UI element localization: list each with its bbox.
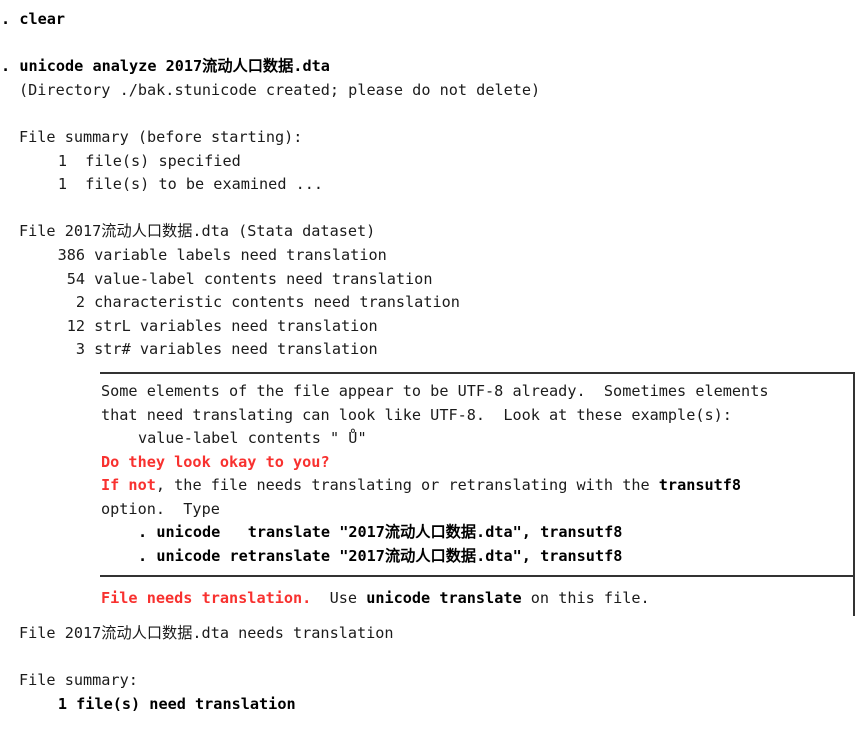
cmd1-verb: translate <box>247 523 331 542</box>
sp-c3 <box>85 317 94 335</box>
sp-c1 <box>85 270 94 288</box>
cmd2-gap-1 <box>147 547 156 565</box>
verdict-command-bold: unicode translate <box>366 588 522 607</box>
summary-before-label-1: file(s) to be examined ... <box>85 175 324 194</box>
command-line-clear: . clear <box>0 8 865 32</box>
summary-before-row: 1 file(s) to be examined ... <box>0 173 865 197</box>
sp-b <box>67 175 85 193</box>
command-analyze-spacer <box>10 57 19 75</box>
sp-a <box>67 152 85 170</box>
if-not-emphasis: If not <box>101 476 156 495</box>
count-label-3: strL variables need translation <box>94 316 378 335</box>
count-value-0: 386 <box>57 245 85 264</box>
count-value-2: 2 <box>75 293 85 312</box>
cmd2-gap-3 <box>330 547 339 565</box>
command-line-analyze: . unicode analyze 2017流动人口数据.dta <box>0 55 865 79</box>
count-row: 54 value-label contents need translation <box>0 268 865 292</box>
notice-bottom-pad <box>0 610 865 616</box>
notice-option-type: option. Type <box>101 499 220 518</box>
cmd1-prompt-dot: . <box>138 523 148 542</box>
directory-note: (Directory ./bak.stunicode created; plea… <box>19 80 541 99</box>
transutf8-option-bold: transutf8 <box>658 476 742 495</box>
count-row: 12 strL variables need translation <box>0 315 865 339</box>
spacer-before-notice <box>0 362 865 372</box>
cmd2-keyword: unicode <box>156 547 221 566</box>
cmd1-argument: "2017流动人口数据.dta", transutf8 <box>339 523 623 542</box>
cmd1-gap-3 <box>330 523 339 541</box>
summary-before-row: 1 file(s) specified <box>0 150 865 174</box>
stata-results-console[interactable]: . clear . unicode analyze 2017流动人口数据.dta… <box>0 0 865 717</box>
notice-question: Do they look okay to you? <box>101 452 330 471</box>
sp-c0 <box>85 246 94 264</box>
count-label-4: str# variables need translation <box>94 340 378 359</box>
count-value-3: 12 <box>66 316 85 335</box>
file-heading: File 2017流动人口数据.dta (Stata dataset) <box>19 222 376 241</box>
summary-before-count-1: 1 <box>57 175 67 194</box>
summary-after-label: file(s) need translation <box>76 695 296 714</box>
cmd2-verb: retranslate <box>229 547 331 566</box>
command-analyze-text: unicode analyze 2017流动人口数据.dta <box>19 57 330 76</box>
verdict-use-text: Use <box>329 588 367 607</box>
command-clear-text: clear <box>19 10 66 28</box>
notice-command-translate: . unicode translate "2017流动人口数据.dta", tr… <box>0 521 865 545</box>
count-row: 3 str# variables need translation <box>0 338 865 362</box>
file-needs-translation: File 2017流动人口数据.dta needs translation <box>19 624 394 643</box>
sp-c4 <box>85 340 94 358</box>
count-row: 2 characteristic contents need translati… <box>0 291 865 315</box>
cmd1-gap-2 <box>220 523 247 541</box>
cmd2-argument: "2017流动人口数据.dta", transutf8 <box>339 547 623 566</box>
notice-paragraph-line-2: that need translating can look like UTF-… <box>101 405 732 424</box>
notice-command-retranslate: . unicode retranslate "2017流动人口数据.dta", … <box>0 545 865 569</box>
notice-verdict-line: File needs translation. Use unicode tran… <box>0 587 865 611</box>
summary-after-count: 1 <box>57 695 67 714</box>
command-clear-spacer <box>10 10 19 28</box>
count-label-2: characteristic contents need translation <box>94 293 460 312</box>
count-label-0: variable labels need translation <box>94 245 387 264</box>
cmd1-keyword: unicode <box>156 523 221 542</box>
summary-before-count-0: 1 <box>57 151 67 170</box>
sp-c2 <box>85 293 94 311</box>
cmd2-prompt-dot: . <box>138 547 148 566</box>
count-label-1: value-label contents need translation <box>94 269 433 288</box>
prompt-dot-2: . <box>1 57 11 76</box>
count-row: 386 variable labels need translation <box>0 244 865 268</box>
summary-after-row: 1 file(s) need translation <box>0 693 865 717</box>
notice-verdict-pad <box>0 577 865 587</box>
summary-after-heading: File summary: <box>19 671 138 690</box>
notice-paragraph-line-1: Some elements of the file appear to be U… <box>101 381 769 400</box>
notice-if-not-line: If not, the file needs translating or re… <box>0 474 865 498</box>
verdict-red-text: File needs translation. <box>101 588 312 607</box>
prompt-dot: . <box>1 10 11 28</box>
notice-example: value-label contents " Ů" <box>138 429 367 448</box>
notice-box: Some elements of the file appear to be U… <box>0 371 865 617</box>
verdict-gap <box>311 589 329 607</box>
count-value-1: 54 <box>66 269 85 288</box>
cmd1-gap-1 <box>147 523 156 541</box>
if-not-rest: , the file needs translating or retransl… <box>155 476 659 495</box>
summary-before-heading: File summary (before starting): <box>19 127 303 146</box>
count-value-4: 3 <box>75 340 85 359</box>
sp-d <box>67 695 76 713</box>
verdict-tail-text: on this file. <box>521 588 650 607</box>
summary-before-label-0: file(s) specified <box>85 151 241 170</box>
